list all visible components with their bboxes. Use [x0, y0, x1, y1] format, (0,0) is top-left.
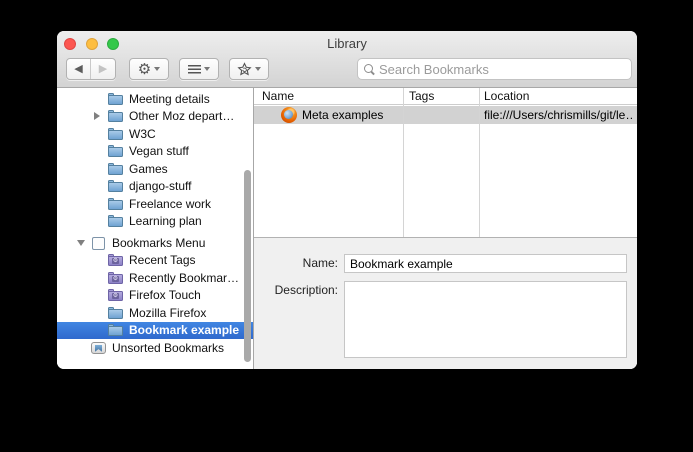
folder-icon	[108, 109, 124, 123]
forward-button[interactable]: ▶	[91, 59, 115, 79]
star-backup-icon	[237, 61, 252, 76]
sidebar-item-unsorted-bookmarks[interactable]: Unsorted Bookmarks	[57, 339, 253, 357]
sidebar-item-label: django-stuff	[129, 179, 192, 194]
column-divider[interactable]	[403, 88, 404, 237]
sidebar-item-label: Vegan stuff	[129, 144, 189, 159]
folder-icon	[108, 197, 124, 211]
chevron-down-icon	[154, 67, 161, 71]
list-header: Name Tags Location	[254, 88, 637, 105]
sidebar-item-label: Recently Bookmar…	[129, 270, 240, 285]
disclosure-triangle-collapsed[interactable]	[94, 112, 108, 121]
list-lines-icon	[188, 64, 201, 74]
unsorted-bookmarks-icon	[91, 341, 107, 355]
sidebar-item-w3c[interactable]: W3C	[57, 125, 253, 143]
back-icon: ◀	[74, 62, 83, 75]
sidebar-item-label: Bookmarks Menu	[112, 235, 206, 250]
sidebar-item-recently-bookmar[interactable]: ⚙ Recently Bookmar…	[57, 269, 253, 287]
sidebar-item-freelance-work[interactable]: Freelance work	[57, 195, 253, 213]
firefox-favicon	[281, 106, 297, 123]
folder-icon	[108, 306, 124, 320]
description-field[interactable]	[344, 281, 627, 358]
bookmarks-sidebar: Meeting details Other Moz depart… W3C Vegan…	[57, 88, 254, 369]
history-nav-segmented-control: ◀ ▶	[66, 58, 116, 80]
sidebar-item-label: Learning plan	[129, 214, 202, 229]
column-header-name[interactable]: Name	[262, 89, 294, 103]
library-window: Library ◀ ▶ ⚙ Search Bookmarks Meeting d…	[57, 31, 637, 369]
titlebar: Library ◀ ▶ ⚙	[57, 31, 637, 88]
sidebar-scrollbar[interactable]	[244, 170, 251, 362]
name-field[interactable]	[344, 254, 627, 273]
name-field-label: Name:	[302, 256, 338, 270]
disclosure-triangle-expanded[interactable]	[77, 239, 91, 246]
smart-folder-icon: ⚙	[108, 288, 124, 302]
search-field-container	[357, 58, 632, 80]
sidebar-item-bookmarks-menu[interactable]: Bookmarks Menu	[57, 234, 253, 252]
folder-icon	[108, 162, 124, 176]
folder-icon	[108, 214, 124, 228]
search-icon	[364, 63, 375, 75]
bookmarks-menu-icon	[91, 236, 107, 250]
sidebar-item-recent-tags[interactable]: ⚙ Recent Tags	[57, 252, 253, 270]
sidebar-item-label: Unsorted Bookmarks	[112, 340, 225, 355]
sidebar-item-mozilla-firefox[interactable]: Mozilla Firefox	[57, 304, 253, 322]
sidebar-item-learning-plan[interactable]: Learning plan	[57, 213, 253, 231]
folder-icon	[108, 92, 124, 106]
sidebar-item-label: Firefox Touch	[129, 288, 201, 303]
chevron-down-icon	[204, 67, 210, 71]
gear-icon: ⚙	[137, 60, 152, 78]
bookmark-location: file:///Users/chrismills/git/le…	[484, 107, 634, 122]
desktop-background: Library ◀ ▶ ⚙ Search Bookmarks Meeting d…	[0, 0, 693, 452]
bookmark-details-pane: Name: Description:	[254, 238, 637, 369]
window-title: Library	[327, 36, 367, 51]
smart-folder-icon: ⚙	[108, 271, 124, 285]
sidebar-item-label: Games	[129, 161, 168, 176]
sidebar-item-label: Bookmark example	[129, 323, 240, 338]
sidebar-item-bookmark-example[interactable]: Bookmark example	[57, 321, 253, 339]
sidebar-item-label: Other Moz depart…	[129, 109, 235, 124]
sidebar-item-label: Recent Tags	[129, 253, 196, 268]
column-divider[interactable]	[479, 88, 480, 237]
bookmark-name: Meta examples	[302, 107, 384, 122]
chevron-down-icon	[255, 67, 261, 71]
sidebar-item-django-stuff[interactable]: django-stuff	[57, 178, 253, 196]
views-button[interactable]	[179, 58, 219, 80]
folder-icon	[108, 179, 124, 193]
import-backup-button[interactable]	[229, 58, 269, 80]
forward-icon: ▶	[98, 62, 108, 75]
organize-button[interactable]: ⚙	[129, 58, 169, 80]
bookmark-list-panel: Name Tags Location Meta examples file://…	[254, 88, 637, 369]
back-button[interactable]: ◀	[67, 59, 92, 79]
column-header-location[interactable]: Location	[484, 89, 529, 103]
sidebar-item-label: Mozilla Firefox	[129, 305, 207, 320]
sidebar-item-games[interactable]: Games	[57, 160, 253, 178]
sidebar-item-other-moz-depart[interactable]: Other Moz depart…	[57, 108, 253, 126]
search-input[interactable]	[379, 61, 625, 77]
column-header-tags[interactable]: Tags	[409, 89, 434, 103]
folder-icon	[108, 127, 124, 141]
sidebar-item-label: Freelance work	[129, 196, 212, 211]
sidebar-item-label: W3C	[129, 126, 156, 141]
folder-icon	[108, 323, 124, 337]
sidebar-item-meeting-details[interactable]: Meeting details	[57, 90, 253, 108]
sidebar-item-vegan-stuff[interactable]: Vegan stuff	[57, 143, 253, 161]
sidebar-item-firefox-touch[interactable]: ⚙ Firefox Touch	[57, 287, 253, 305]
smart-folder-icon: ⚙	[108, 253, 124, 267]
sidebar-item-label: Meeting details	[129, 91, 210, 106]
description-field-label: Description:	[274, 283, 338, 297]
bookmark-row-selected[interactable]: Meta examples file:///Users/chrismills/g…	[254, 106, 637, 124]
folder-icon	[108, 144, 124, 158]
